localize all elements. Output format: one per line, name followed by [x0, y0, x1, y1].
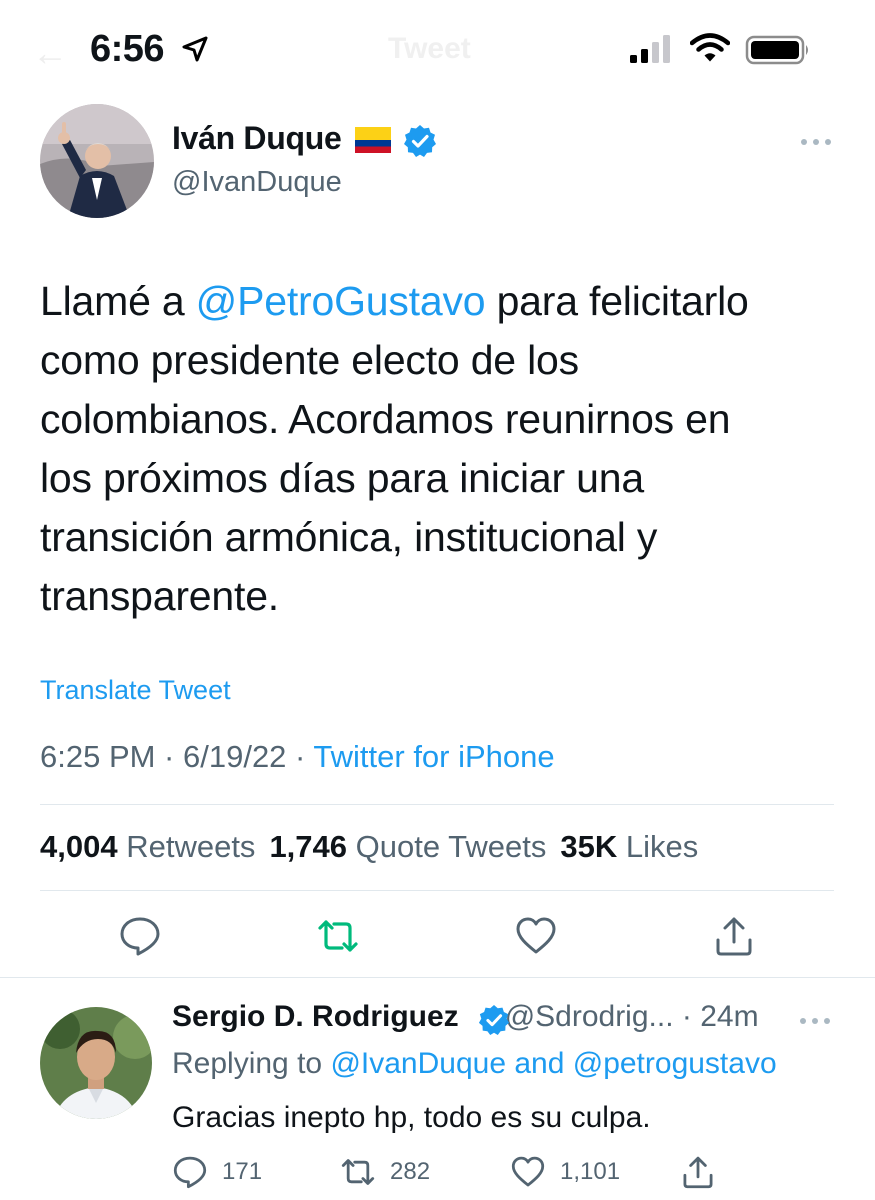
- reply-retweet-action[interactable]: 282: [340, 1152, 430, 1192]
- replying-to: Replying to @IvanDuque and @petrogustavo: [172, 1047, 777, 1081]
- tweet-timestamp: 6:25 PM · 6/19/22 ·: [40, 739, 314, 774]
- reply-count: 171: [222, 1158, 263, 1185]
- status-bar: ← Tweet 6:56: [0, 0, 875, 100]
- divider: [40, 804, 834, 805]
- retweet-icon: [341, 1159, 375, 1185]
- colombia-flag-icon: [355, 127, 391, 153]
- tweet-text-part: Llamé a: [40, 278, 196, 324]
- divider: [40, 890, 834, 891]
- retweets-count: 4,004: [40, 829, 118, 864]
- battery-icon: [745, 35, 808, 65]
- reply-like-count: 1,101: [560, 1158, 621, 1185]
- wifi-icon: [690, 33, 730, 62]
- replying-user-link[interactable]: @petrogustavo: [573, 1047, 777, 1080]
- reply-icon[interactable]: [118, 914, 162, 958]
- divider: [0, 977, 875, 978]
- reply-author-avatar[interactable]: [40, 1007, 152, 1119]
- tweet-meta: 6:25 PM · 6/19/22 · Twitter for iPhone: [40, 739, 555, 775]
- replying-user-link[interactable]: @IvanDuque: [330, 1047, 506, 1080]
- author-avatar[interactable]: [40, 104, 154, 218]
- reply-more-options-icon[interactable]: [798, 1008, 832, 1034]
- reply-author-name[interactable]: Sergio D. Rodriguez: [172, 1000, 459, 1033]
- like-heart-icon: [511, 1156, 545, 1187]
- retweet-icon[interactable]: [316, 914, 360, 958]
- retweets-label: Retweets: [126, 829, 256, 864]
- reply-share-action[interactable]: [680, 1152, 716, 1192]
- reply-icon: [173, 1156, 207, 1189]
- header-title: Tweet: [388, 32, 471, 65]
- retweets-stat[interactable]: 4,004 Retweets: [40, 829, 255, 864]
- likes-label: Likes: [625, 829, 699, 864]
- reply-age: · 24m: [673, 1000, 759, 1033]
- cellular-signal-icon: [630, 35, 670, 63]
- mention-link[interactable]: @PetroGustavo: [196, 278, 486, 324]
- tweet-source-link[interactable]: Twitter for iPhone: [313, 739, 554, 774]
- likes-count: 35K: [560, 829, 618, 864]
- quotes-stat[interactable]: 1,746 Quote Tweets: [269, 829, 546, 864]
- verified-badge-icon: [478, 1004, 510, 1036]
- reply-retweet-count: 282: [390, 1158, 431, 1185]
- reply-header: Sergio D. Rodriguez @Sdrodrig... · 24m: [172, 1000, 759, 1034]
- back-arrow-icon[interactable]: ←: [32, 32, 68, 74]
- share-icon: [683, 1156, 713, 1189]
- quotes-count: 1,746: [269, 829, 348, 864]
- tweet-stats: 4,004 Retweets 1,746 Quote Tweets 35K Like…: [40, 829, 698, 865]
- reply-reply-action[interactable]: 171: [172, 1152, 262, 1192]
- replying-prefix: Replying to: [172, 1047, 331, 1080]
- reply-like-action[interactable]: 1,101: [510, 1152, 620, 1192]
- share-icon[interactable]: [712, 914, 756, 958]
- more-options-icon[interactable]: [798, 127, 834, 157]
- like-heart-icon[interactable]: [514, 914, 558, 958]
- tweet-text-part: para felicitarlo como presidente electo …: [40, 278, 749, 619]
- author-handle[interactable]: @IvanDuque: [172, 166, 342, 199]
- reply-author-handle[interactable]: @Sdrodrig...: [505, 1000, 674, 1033]
- replying-and: and: [506, 1047, 573, 1080]
- author-name[interactable]: Iván Duque: [172, 120, 342, 157]
- tweet-text: Llamé a @PetroGustavo para felicitarlo c…: [40, 272, 840, 626]
- status-time: 6:56: [90, 28, 165, 70]
- verified-badge-icon: [404, 125, 436, 157]
- translate-tweet-link[interactable]: Translate Tweet: [40, 675, 231, 706]
- quotes-label: Quote Tweets: [355, 829, 547, 864]
- reply-text: Gracias inepto hp, todo es su culpa.: [172, 1101, 651, 1134]
- location-arrow-icon: [182, 36, 208, 62]
- likes-stat[interactable]: 35K Likes: [560, 829, 698, 864]
